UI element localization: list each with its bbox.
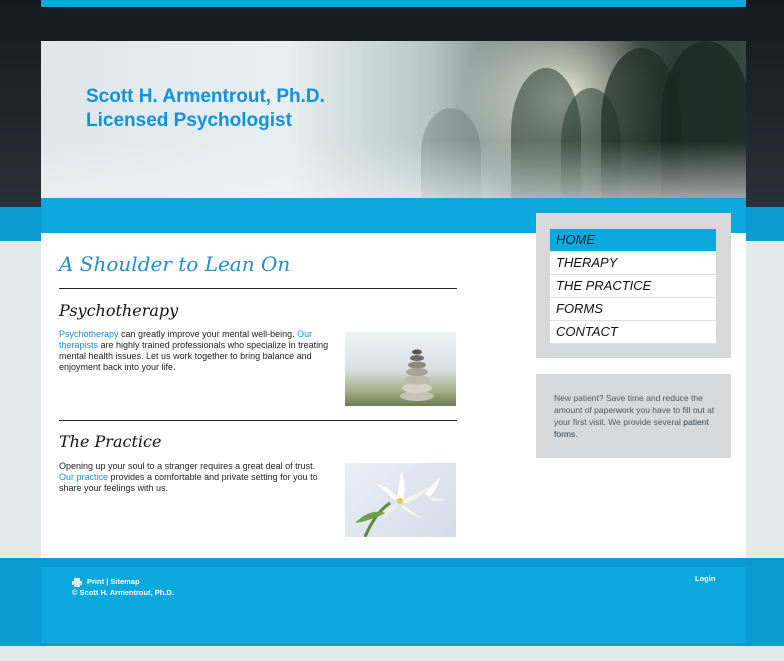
our-practice-link[interactable]: Our practice [59, 472, 108, 482]
psychotherapy-link[interactable]: Psychotherapy [59, 329, 119, 339]
site-wrapper: Scott H. Armentrout, Ph.D. Licensed Psyc… [41, 0, 746, 661]
nav-item-home[interactable]: HOME [550, 229, 716, 252]
section-title-psychotherapy: Psychotherapy [59, 301, 179, 320]
site-title-name: Scott H. Armentrout, Ph.D. [86, 86, 325, 107]
footer-links: Print | Sitemap © Scott H. Armentrout, P… [72, 576, 174, 598]
nav-item-contact[interactable]: CONTACT [550, 321, 716, 344]
top-accent-strip [41, 0, 746, 7]
new-patient-box: New patient? Save time and reduce the am… [536, 374, 731, 458]
nav-item-therapy[interactable]: THERAPY [550, 252, 716, 275]
new-patient-text: New patient? Save time and reduce the am… [554, 392, 720, 440]
white-lily-image [345, 463, 456, 537]
footer: Print | Sitemap © Scott H. Armentrout, P… [41, 567, 746, 643]
site-title-subtitle: Licensed Psychologist [86, 110, 292, 131]
header-banner: Scott H. Armentrout, Ph.D. Licensed Psyc… [41, 41, 746, 198]
section-text-practice: Opening up your soul to a stranger requi… [59, 461, 331, 494]
footer-nav: Print | Sitemap [72, 576, 174, 587]
mist-overlay [41, 141, 746, 198]
login-link[interactable]: Login [695, 574, 715, 583]
printer-icon[interactable] [72, 577, 82, 587]
section-text: Opening up your soul to a stranger requi… [59, 461, 316, 471]
main-navigation: HOME THERAPY THE PRACTICE FORMS CONTACT [536, 213, 731, 358]
section-text-psychotherapy: Psychotherapy can greatly improve your m… [59, 329, 331, 373]
new-patient-message-end: . [575, 429, 578, 439]
section-text: can greatly improve your mental well-bei… [118, 329, 298, 339]
nav-list: HOME THERAPY THE PRACTICE FORMS CONTACT [550, 229, 716, 344]
section-text: are highly trained professionals who spe… [59, 340, 329, 372]
sitemap-link[interactable]: Sitemap [110, 577, 139, 586]
divider [59, 420, 457, 421]
print-link[interactable]: Print [87, 577, 104, 586]
section-title-practice: The Practice [59, 432, 162, 451]
stacked-stones-image [345, 332, 456, 406]
site-title[interactable]: Scott H. Armentrout, Ph.D. Licensed Psyc… [86, 85, 325, 133]
nav-item-the-practice[interactable]: THE PRACTICE [550, 275, 716, 298]
divider [59, 288, 457, 289]
nav-item-forms[interactable]: FORMS [550, 298, 716, 321]
page-title: A Shoulder to Lean On [59, 252, 291, 276]
copyright-text: © Scott H. Armentrout, Ph.D. [72, 588, 174, 597]
